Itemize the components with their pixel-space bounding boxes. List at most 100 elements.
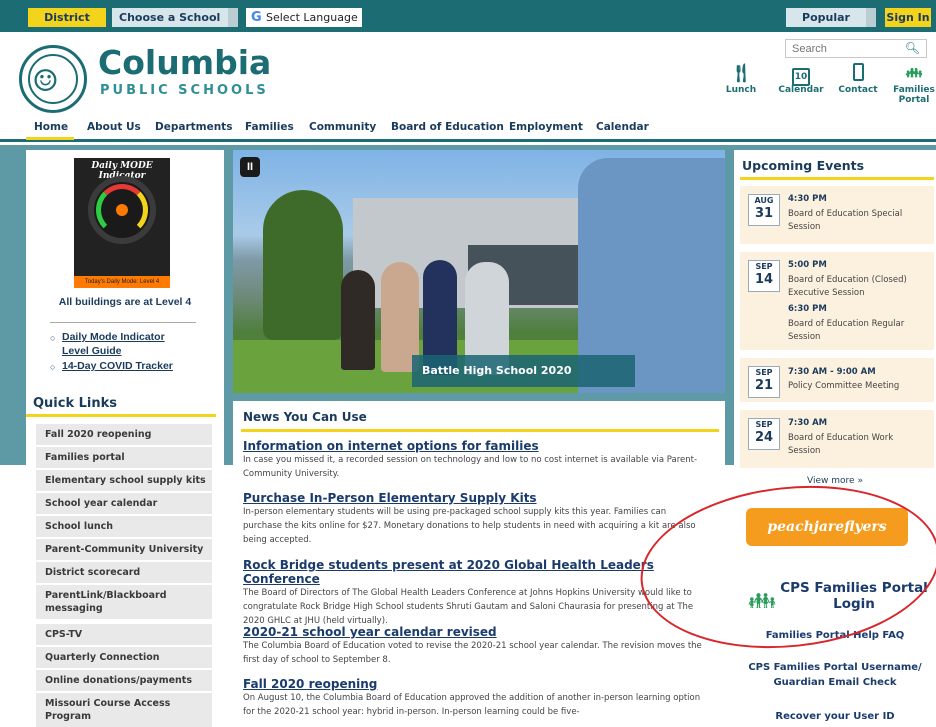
- events-underline: [740, 177, 934, 180]
- families-portal-label-1: Families: [893, 85, 935, 95]
- date-badge: SEP 21: [748, 366, 780, 398]
- main-nav: Home About Us Departments Families Commu…: [0, 118, 936, 142]
- nav-families[interactable]: Families: [245, 121, 294, 133]
- view-more-link[interactable]: View more »: [734, 476, 936, 486]
- news-headline-link[interactable]: 2020-21 school year calendar revised: [243, 625, 703, 639]
- lunch-link[interactable]: 🍴︎ Lunch: [723, 63, 759, 95]
- quick-link-item[interactable]: Parent-Community University: [36, 539, 212, 560]
- fork-knife-icon: 🍴︎: [729, 63, 753, 84]
- daily-mode-indicator-graphic[interactable]: Daily MODE Indicator Today's Daily Mode:…: [74, 158, 170, 288]
- news-body: The Columbia Board of Education voted to…: [243, 641, 702, 665]
- choose-school-dropdown[interactable]: Choose a School: [112, 8, 238, 27]
- select-language-dropdown[interactable]: G Select Language | ▼: [246, 8, 362, 43]
- select-language-label: Select Language: [266, 11, 358, 24]
- event-item[interactable]: SEP 21 7:30 AM - 9:00 AM Policy Committe…: [740, 358, 934, 402]
- search-icon[interactable]: 🔍︎: [905, 41, 920, 55]
- date-month: SEP: [755, 420, 773, 429]
- news-headline-link[interactable]: Purchase In-Person Elementary Supply Kit…: [243, 491, 703, 505]
- families-portal-link[interactable]: 👪︎ Families Portal: [892, 63, 936, 105]
- choose-school-label: Choose a School: [119, 11, 221, 24]
- search-input[interactable]: [786, 40, 904, 57]
- contact-link[interactable]: Contact: [836, 63, 880, 95]
- tree-shape: [263, 190, 343, 340]
- gauge-needle-hub: [116, 204, 128, 216]
- nav-calendar[interactable]: Calendar: [596, 121, 649, 133]
- quick-link-item[interactable]: Online donations/payments: [36, 670, 212, 691]
- calendar-icon: 10: [777, 63, 825, 86]
- quick-link-item[interactable]: Elementary school supply kits: [36, 470, 212, 491]
- event-time: 7:30 AM: [788, 418, 828, 428]
- active-tab-indicator: [26, 137, 74, 140]
- event-item[interactable]: SEP 24 7:30 AM Board of Education Work S…: [740, 410, 934, 468]
- popular-links-button[interactable]: Popular Links: [786, 8, 876, 43]
- event-item[interactable]: SEP 14 5:00 PM Board of Education (Close…: [740, 252, 934, 350]
- pause-icon[interactable]: II: [240, 157, 260, 177]
- quick-link-item[interactable]: Fall 2020 reopening: [36, 424, 212, 445]
- news-item: Rock Bridge students present at 2020 Glo…: [243, 558, 703, 628]
- level-guide-link[interactable]: Level Guide: [62, 345, 122, 357]
- slideshow-caption[interactable]: Battle High School 2020 Graduation: [412, 355, 635, 387]
- contact-label: Contact: [838, 85, 878, 95]
- date-badge: AUG 31: [748, 194, 780, 226]
- nav-about-us[interactable]: About Us: [87, 121, 141, 133]
- news-item: 2020-21 school year calendar revised The…: [243, 625, 703, 667]
- nav-home[interactable]: Home: [34, 121, 68, 133]
- sign-in-button[interactable]: Sign In: [885, 8, 931, 27]
- date-day: 24: [754, 430, 774, 445]
- quick-link-item[interactable]: School year calendar: [36, 493, 212, 514]
- quick-link-item[interactable]: Families portal: [36, 447, 212, 468]
- top-utility-bar: District Home Choose a School G Select L…: [0, 0, 936, 43]
- username-check-line1: CPS Families Portal Username/: [748, 662, 922, 673]
- date-month: SEP: [755, 368, 773, 377]
- upcoming-events-title: Upcoming Events: [742, 158, 865, 173]
- quick-links-title: Quick Links: [33, 396, 118, 411]
- quick-link-item[interactable]: Missouri Course Access Program: [36, 693, 212, 727]
- quick-link-item[interactable]: School lunch: [36, 516, 212, 537]
- news-underline: [241, 429, 719, 432]
- divider: [50, 322, 196, 323]
- event-time: 6:30 PM: [788, 304, 827, 314]
- news-headline-link[interactable]: Rock Bridge students present at 2020 Glo…: [243, 558, 703, 586]
- quick-link-item[interactable]: Quarterly Connection: [36, 647, 212, 668]
- lunch-label: Lunch: [725, 85, 757, 95]
- quick-link-item[interactable]: District scorecard: [36, 562, 212, 583]
- nav-board-of-education[interactable]: Board of Education: [391, 121, 504, 133]
- dmi-level-band: Today's Daily Mode: Level 4: [74, 276, 170, 288]
- news-headline-link[interactable]: Fall 2020 reopening: [243, 677, 703, 691]
- gauge-icon: [88, 176, 156, 244]
- event-item[interactable]: AUG 31 4:30 PM Board of Education Specia…: [740, 186, 934, 244]
- left-sidebar: Daily MODE Indicator Today's Daily Mode:…: [26, 150, 224, 727]
- chevron-right-icon: [228, 8, 238, 27]
- news-item: Fall 2020 reopening On August 10, the Co…: [243, 677, 703, 719]
- logo-subtitle[interactable]: PUBLIC SCHOOLS: [100, 83, 269, 98]
- families-portal-label-2: Portal: [898, 95, 930, 105]
- logo-name[interactable]: Columbia: [98, 43, 271, 82]
- covid-tracker-link[interactable]: 14-Day COVID Tracker: [62, 360, 173, 372]
- dmi-caption: All buildings are at Level 4: [58, 296, 192, 308]
- news-headline-link[interactable]: Information on internet options for fami…: [243, 439, 703, 453]
- district-home-button[interactable]: District Home: [28, 8, 106, 43]
- logo-profiles-icon: ☺: [32, 64, 59, 99]
- event-description: Board of Education Regular Session: [788, 319, 905, 342]
- district-logo-icon[interactable]: ☺: [19, 45, 87, 113]
- quick-link-item[interactable]: CPS-TV: [36, 624, 212, 645]
- phone-icon: [836, 63, 880, 85]
- username-check-line2: Guardian Email Check: [773, 677, 897, 688]
- nav-employment[interactable]: Employment: [509, 121, 583, 133]
- person-shape: [341, 270, 375, 370]
- nav-departments[interactable]: Departments: [155, 121, 232, 133]
- daily-mode-indicator-link[interactable]: Daily Mode Indicator: [62, 331, 165, 343]
- slideshow-image[interactable]: II Battle High School 2020 Graduation: [233, 150, 725, 393]
- calendar-label: Calendar: [778, 85, 824, 95]
- quick-link-item[interactable]: ParentLink/Blackboard messaging: [36, 585, 212, 619]
- calendar-link[interactable]: 10 Calendar: [777, 63, 825, 95]
- recover-user-id-link[interactable]: Recover your User ID: [734, 709, 936, 724]
- event-description: Board of Education Special Session: [788, 209, 903, 232]
- news-item: Information on internet options for fami…: [243, 439, 703, 481]
- news-body: The Board of Directors of The Global Hea…: [243, 588, 694, 626]
- nav-community[interactable]: Community: [309, 121, 376, 133]
- event-time: 7:30 AM - 9:00 AM: [788, 367, 876, 377]
- username-check-link[interactable]: CPS Families Portal Username/ Guardian E…: [734, 660, 936, 690]
- date-day: 14: [754, 272, 774, 287]
- news-item: Purchase In-Person Elementary Supply Kit…: [243, 491, 703, 547]
